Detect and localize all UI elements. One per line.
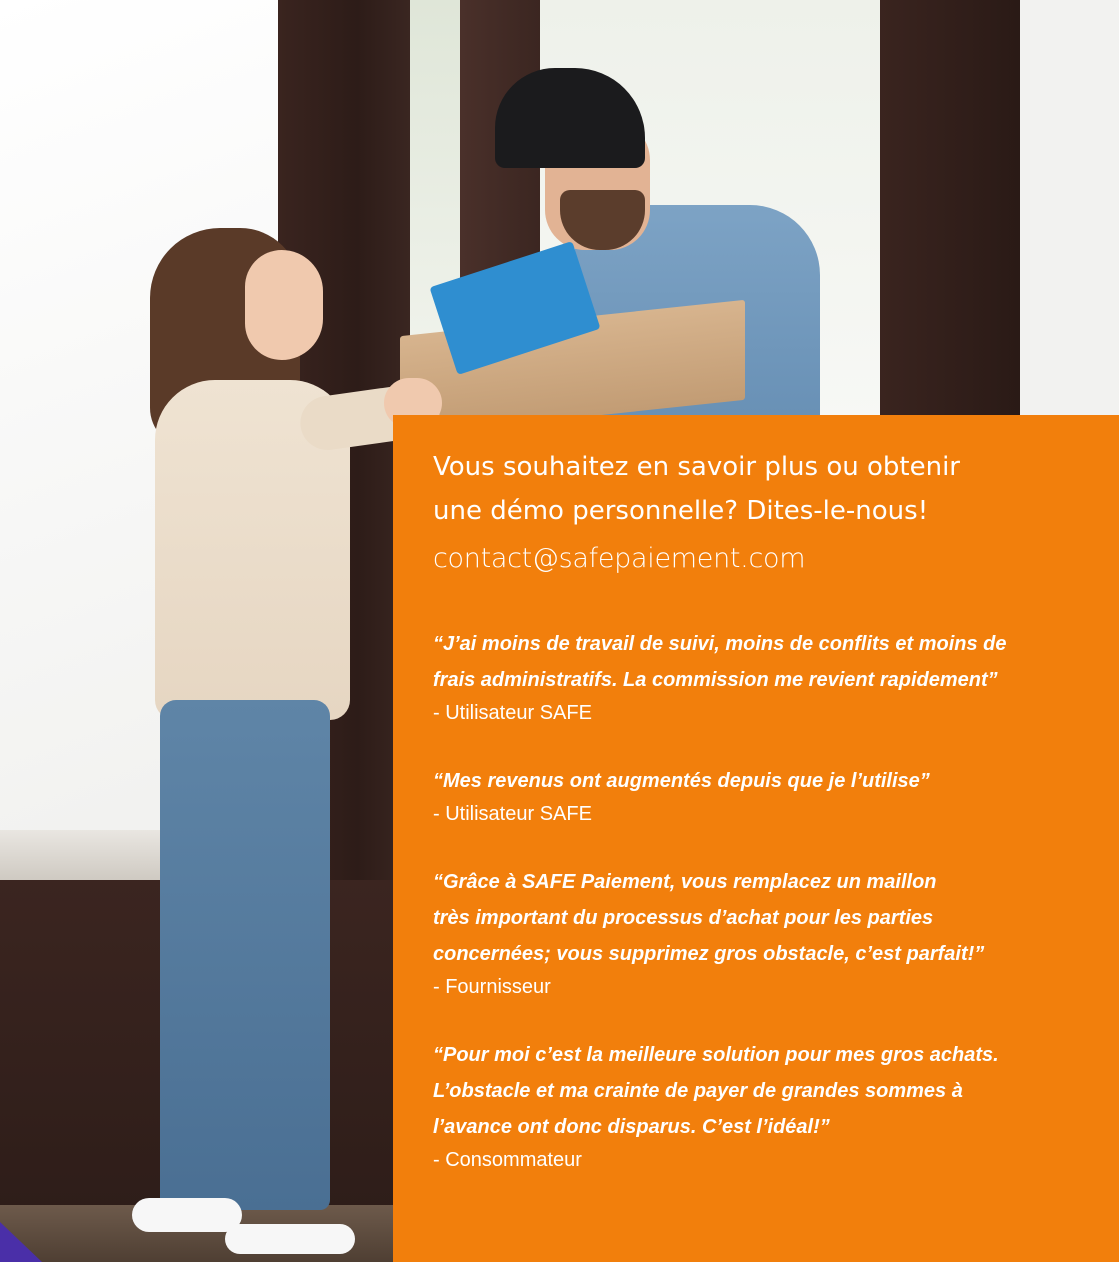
contact-email-link[interactable]: contact@safepaiement.com: [433, 543, 1089, 574]
quote-line: “Grâce à SAFE Paiement, vous remplacez u…: [433, 871, 937, 893]
testimonial-quote: “Grâce à SAFE Paiement, vous remplacez u…: [433, 864, 1089, 972]
quote-line: concernées; vous supprimez gros obstacle…: [433, 943, 985, 965]
testimonial-author: - Utilisateur SAFE: [433, 803, 592, 825]
testimonial-item: “Pour moi c’est la meilleure solution po…: [433, 1037, 1089, 1175]
quote-line: frais administratifs. La commission me r…: [433, 669, 998, 691]
woman-jeans: [160, 700, 330, 1210]
testimonial-author: - Utilisateur SAFE: [433, 702, 592, 724]
testimonial-quote: “Mes revenus ont augmentés depuis que je…: [433, 763, 1089, 799]
door-frame-right: [880, 0, 1020, 420]
quote-line: L’obstacle et ma crainte de payer de gra…: [433, 1080, 963, 1102]
testimonial-list: “J’ai moins de travail de suivi, moins d…: [433, 626, 1089, 1175]
testimonial-item: “Grâce à SAFE Paiement, vous remplacez u…: [433, 864, 1089, 1002]
woman-shoe-right: [225, 1224, 355, 1254]
purple-corner-accent: [0, 1222, 42, 1262]
testimonial-item: “Mes revenus ont augmentés depuis que je…: [433, 763, 1089, 829]
quote-line: “Mes revenus ont augmentés depuis que je…: [433, 770, 930, 792]
quote-line: l’avance ont donc disparus. C’est l’idéa…: [433, 1116, 830, 1138]
testimonial-item: “J’ai moins de travail de suivi, moins d…: [433, 626, 1089, 728]
contact-testimonial-panel: Vous souhaitez en savoir plus ou obtenir…: [393, 415, 1119, 1262]
testimonial-author: - Fournisseur: [433, 976, 551, 998]
testimonial-author: - Consommateur: [433, 1149, 582, 1171]
window-right: [1020, 0, 1119, 420]
quote-line: très important du processus d’achat pour…: [433, 907, 934, 929]
woman-shoe-left: [132, 1198, 242, 1232]
woman-face: [245, 250, 323, 360]
contact-headline-line1: Vous souhaitez en savoir plus ou obtenir: [433, 452, 960, 482]
contact-headline: Vous souhaitez en savoir plus ou obtenir…: [433, 445, 1053, 533]
quote-line: “J’ai moins de travail de suivi, moins d…: [433, 633, 1007, 655]
testimonial-quote: “Pour moi c’est la meilleure solution po…: [433, 1037, 1089, 1145]
quote-line: “Pour moi c’est la meilleure solution po…: [433, 1044, 999, 1066]
testimonial-quote: “J’ai moins de travail de suivi, moins d…: [433, 626, 1089, 698]
contact-headline-line2: une démo personnelle? Dites-le-nous!: [433, 496, 929, 526]
